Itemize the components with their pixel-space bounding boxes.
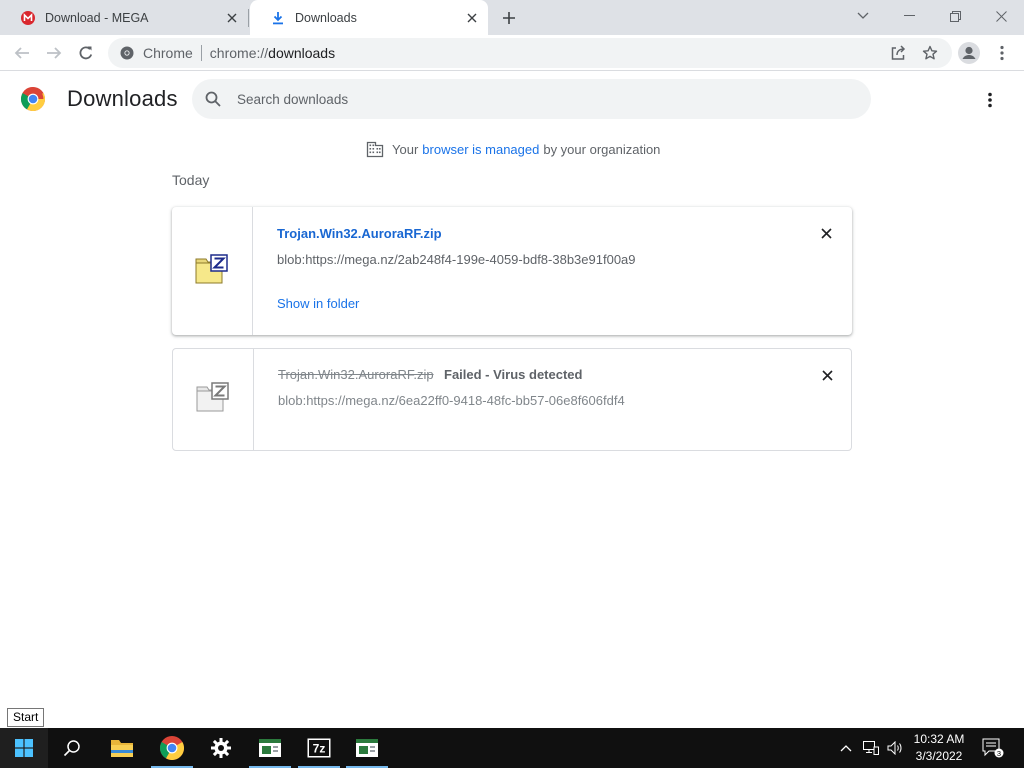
download-item: Trojan.Win32.AuroraRF.zip blob:https://m… [172,207,852,335]
download-item: Trojan.Win32.AuroraRF.zip Failed - Virus… [172,348,852,451]
close-window-button[interactable] [978,0,1024,32]
file-icon-column [173,349,254,450]
date-section-header: Today [172,172,210,188]
file-explorer-icon [111,740,133,757]
search-icon [63,740,80,757]
system-clock[interactable]: 10:32 AM 3/3/2022 [906,731,972,765]
zip-file-icon [195,253,229,289]
notification-count: 3 [997,749,1001,758]
notification-icon: 3 [982,738,1004,758]
app-icon [259,739,281,757]
tab-mega[interactable]: Download - MEGA [0,0,248,35]
download-filename: Trojan.Win32.AuroraRF.zip [278,367,434,382]
taskbar-app-2[interactable] [343,728,391,768]
mega-icon [20,10,36,26]
minimize-button[interactable] [886,0,932,32]
taskbar-search-button[interactable] [48,728,96,768]
app-icon [356,739,378,757]
settings-icon [211,738,231,758]
7zip-icon: 7z [307,738,331,758]
file-icon-column [172,207,253,335]
chrome-page-icon [119,45,135,61]
remove-download-icon[interactable] [816,223,836,243]
taskbar-7zip[interactable]: 7z [295,728,343,768]
remove-download-icon[interactable] [817,365,837,385]
tab-strip: Download - MEGA Downloads [0,0,1024,35]
chrome-icon [160,736,184,760]
managed-notice: Your browser is managed by your organiza… [366,140,660,158]
search-icon [204,90,222,108]
downloads-header: Downloads [0,72,1024,128]
action-center-button[interactable]: 3 [980,728,1006,768]
back-button[interactable] [7,38,37,68]
download-url: blob:https://mega.nz/2ab248f4-199e-4059-… [277,252,636,267]
volume-icon [887,741,902,755]
bookmark-star-icon[interactable] [915,38,945,68]
svg-text:7z: 7z [313,742,326,756]
zip-file-grey-icon [196,382,230,417]
search-downloads[interactable] [192,79,871,119]
start-tooltip: Start [7,708,45,727]
taskbar: 7z 10:32 AM 3/3/2022 3 [0,728,1024,768]
start-icon [15,739,33,757]
chrome-logo-icon [20,87,46,112]
managed-text-prefix: Your [392,141,419,157]
taskbar-app-1[interactable] [246,728,294,768]
reload-button[interactable] [71,38,101,68]
chevron-up-icon [840,745,852,752]
show-hidden-icons[interactable] [836,728,856,768]
tab-title: Download - MEGA [45,10,149,25]
chrome-menu-icon[interactable] [987,38,1017,68]
forward-button[interactable] [39,38,69,68]
browser-toolbar: Chrome chrome://downloads [0,35,1024,71]
taskbar-file-explorer[interactable] [98,728,146,768]
new-tab-button[interactable] [498,7,520,29]
download-icon [270,10,286,26]
building-icon [366,141,384,158]
tab-downloads[interactable]: Downloads [250,0,488,35]
network-icon [863,741,879,755]
site-chip: Chrome [143,45,202,61]
download-status: Failed - Virus detected [444,367,583,382]
tab-title: Downloads [295,10,357,25]
tab-separator [248,9,249,27]
volume-button[interactable] [884,728,906,768]
start-button[interactable] [0,728,48,768]
url-text: chrome://downloads [209,45,336,61]
close-tab-icon[interactable] [462,8,482,28]
download-url: blob:https://mega.nz/6ea22ff0-9418-48fc-… [278,393,625,408]
profile-avatar-icon[interactable] [954,38,984,68]
close-tab-icon[interactable] [222,8,242,28]
download-filename[interactable]: Trojan.Win32.AuroraRF.zip [277,226,442,241]
clock-time: 10:32 AM [913,732,965,746]
page-title: Downloads [67,86,178,111]
managed-text-suffix: by your organization [543,141,661,157]
address-bar[interactable]: Chrome chrome://downloads [108,38,952,68]
taskbar-chrome[interactable] [148,728,196,768]
show-in-folder-link[interactable]: Show in folder [277,296,359,311]
taskbar-settings[interactable] [197,728,245,768]
managed-link[interactable]: browser is managed [422,142,539,157]
clock-date: 3/3/2022 [915,749,963,763]
more-actions-icon[interactable] [978,88,1002,112]
restore-button[interactable] [932,0,978,32]
search-input[interactable] [237,91,837,107]
network-button[interactable] [860,728,882,768]
tab-search-icon[interactable] [840,0,886,32]
share-icon[interactable] [883,38,913,68]
